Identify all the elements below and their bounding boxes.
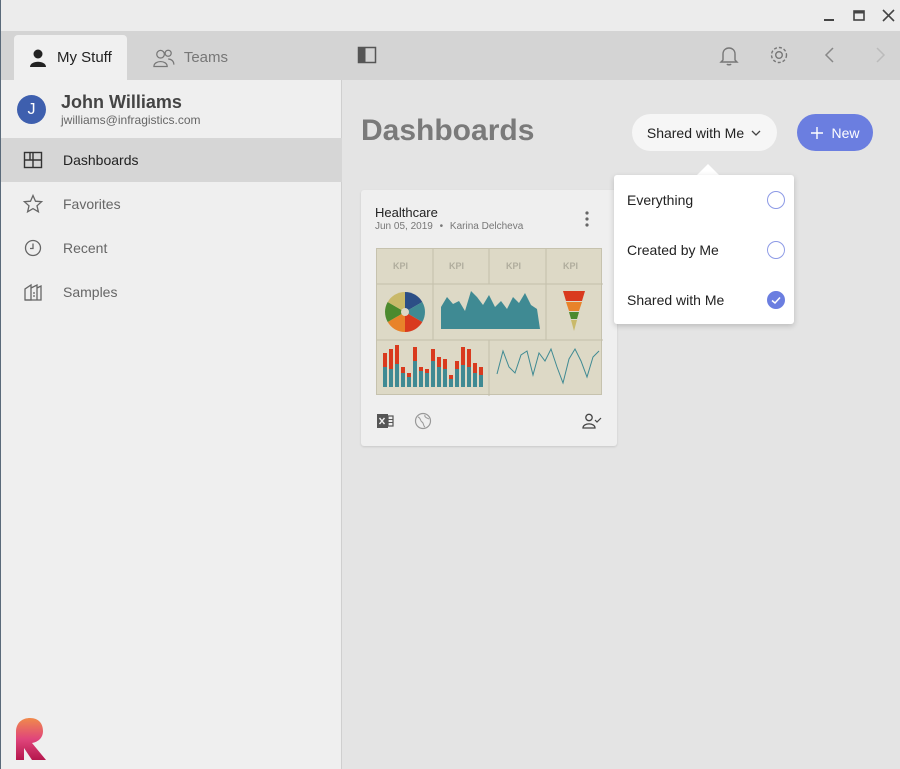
tab-teams[interactable]: Teams bbox=[138, 35, 242, 80]
tab-my-stuff[interactable]: My Stuff bbox=[14, 35, 127, 80]
chevron-left-icon bbox=[824, 47, 834, 63]
sidebar-item-label: Recent bbox=[63, 240, 108, 256]
user-name: John Williams bbox=[61, 92, 182, 112]
radio-checked-icon[interactable] bbox=[767, 291, 785, 309]
gear-icon bbox=[770, 46, 788, 64]
dashboards-icon bbox=[23, 151, 43, 169]
top-toolbar: My Stuff Teams bbox=[0, 31, 900, 80]
new-button-label: New bbox=[831, 124, 860, 141]
tab-label: Teams bbox=[183, 49, 228, 66]
sidebar-item-samples[interactable]: Samples bbox=[1, 270, 342, 314]
minimize-icon bbox=[824, 19, 834, 21]
page-title: Dashboards bbox=[361, 114, 535, 147]
filter-option-label: Created by Me bbox=[627, 242, 719, 258]
panel-toggle-button[interactable] bbox=[355, 43, 379, 67]
maximize-button[interactable] bbox=[848, 5, 870, 27]
sidebar-item-label: Dashboards bbox=[63, 152, 139, 168]
settings-button[interactable] bbox=[767, 43, 791, 67]
chevron-right-icon bbox=[876, 47, 886, 63]
people-icon bbox=[153, 49, 175, 67]
filter-dropdown-button[interactable]: Shared with Me bbox=[632, 114, 777, 151]
more-vertical-icon bbox=[585, 211, 589, 227]
chevron-down-icon bbox=[751, 130, 761, 136]
dropdown-arrow bbox=[697, 164, 719, 175]
sidebar-item-favorites[interactable]: Favorites bbox=[1, 182, 342, 226]
person-icon bbox=[30, 49, 46, 67]
card-date: Jun 05, 2019 bbox=[375, 221, 433, 232]
filter-label: Shared with Me bbox=[646, 124, 745, 141]
plus-icon bbox=[811, 126, 824, 139]
user-profile: J John Williams jwilliams@infragistics.c… bbox=[1, 80, 342, 138]
kpi-label: KPI bbox=[449, 261, 464, 271]
filter-option-created-by-me[interactable]: Created by Me bbox=[614, 225, 794, 275]
app-logo bbox=[16, 718, 46, 760]
check-icon bbox=[771, 296, 781, 305]
maximize-icon bbox=[853, 10, 865, 21]
dashboard-thumbnail: KPI KPI KPI KPI bbox=[376, 248, 603, 396]
card-author: Karina Delcheva bbox=[449, 221, 524, 232]
back-button[interactable] bbox=[818, 43, 842, 67]
thumbnail-graphic: KPI KPI KPI KPI bbox=[377, 249, 603, 396]
star-icon bbox=[22, 193, 44, 214]
samples-icon bbox=[24, 283, 42, 301]
excel-icon bbox=[375, 411, 395, 431]
close-button[interactable] bbox=[878, 5, 900, 27]
kpi-label: KPI bbox=[393, 261, 408, 271]
minimize-button[interactable] bbox=[818, 5, 840, 27]
sidebar-item-label: Favorites bbox=[63, 196, 121, 212]
filter-option-everything[interactable]: Everything bbox=[614, 175, 794, 225]
sidebar-item-recent[interactable]: Recent bbox=[1, 226, 342, 270]
filter-option-label: Shared with Me bbox=[627, 292, 725, 308]
kpi-label: KPI bbox=[563, 261, 578, 271]
kpi-label: KPI bbox=[506, 261, 521, 271]
card-meta: Jun 05, 2019 • Karina Delcheva bbox=[375, 221, 523, 232]
window-title-bar bbox=[0, 0, 900, 31]
dashboard-card[interactable]: Healthcare Jun 05, 2019 • Karina Delchev… bbox=[361, 190, 617, 446]
card-more-button[interactable] bbox=[579, 208, 595, 230]
forward-button[interactable] bbox=[868, 43, 892, 67]
user-email: jwilliams@infragistics.com bbox=[61, 113, 201, 127]
globe-icon bbox=[413, 411, 433, 431]
card-separator: • bbox=[439, 221, 444, 232]
sidebar: J John Williams jwilliams@infragistics.c… bbox=[0, 80, 342, 769]
close-icon bbox=[882, 9, 895, 22]
radio-unchecked-icon[interactable] bbox=[767, 241, 785, 259]
new-dashboard-button[interactable]: New bbox=[797, 114, 873, 151]
notifications-button[interactable] bbox=[717, 43, 741, 67]
tab-label: My Stuff bbox=[57, 49, 112, 66]
filter-option-shared-with-me[interactable]: Shared with Me bbox=[614, 275, 794, 325]
sidebar-item-label: Samples bbox=[63, 284, 118, 300]
bell-icon bbox=[719, 47, 739, 66]
filter-option-label: Everything bbox=[627, 192, 694, 208]
filter-dropdown-menu: Everything Created by Me Shared with Me bbox=[614, 175, 794, 324]
clock-icon bbox=[24, 239, 42, 257]
radio-unchecked-icon[interactable] bbox=[767, 191, 785, 209]
panel-toggle-icon bbox=[357, 46, 377, 64]
avatar: J bbox=[17, 95, 46, 124]
sidebar-item-dashboards[interactable]: Dashboards bbox=[1, 138, 342, 182]
shared-user-icon bbox=[581, 411, 602, 431]
card-title: Healthcare bbox=[375, 205, 438, 220]
